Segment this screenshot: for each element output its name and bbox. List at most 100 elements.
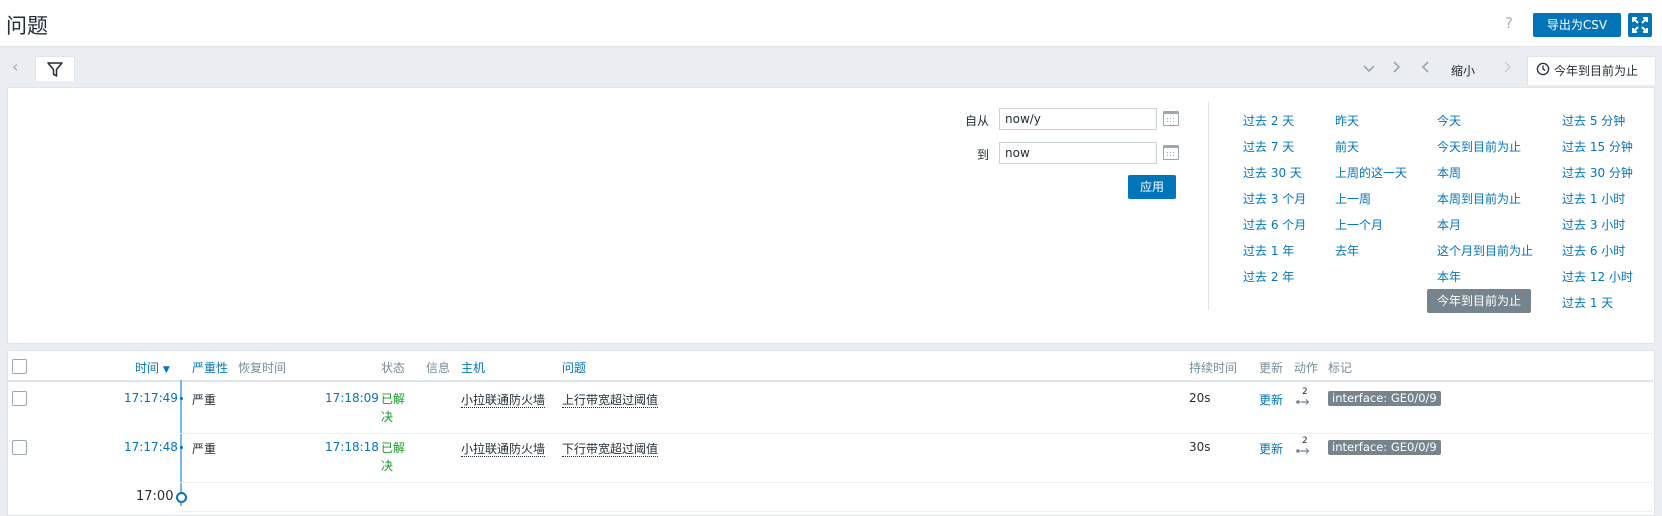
col-time-header[interactable]: 时间 ▼ bbox=[135, 359, 170, 376]
col-time-label: 时间 bbox=[135, 361, 160, 375]
page-header bbox=[0, 0, 1662, 47]
row-problem[interactable]: 下行带宽超过阈值 bbox=[562, 440, 659, 457]
row-recovery-time[interactable]: 17:18:18 bbox=[325, 440, 379, 454]
col-recovery-header: 恢复时间 bbox=[238, 361, 287, 375]
time-tab-label: 今年到目前为止 bbox=[1554, 64, 1639, 78]
row-update-link[interactable]: 更新 bbox=[1259, 391, 1283, 408]
quick-range-link[interactable]: 前天 bbox=[1335, 138, 1359, 155]
row-severity: 严重 bbox=[192, 393, 217, 407]
fullscreen-icon bbox=[1632, 17, 1648, 33]
col-actions-header: 动作 bbox=[1294, 361, 1319, 375]
quick-range-link[interactable]: 过去 3 个月 bbox=[1243, 190, 1306, 207]
row-divider bbox=[180, 433, 1653, 434]
row-host-label: 小拉联通防火墙 bbox=[461, 442, 546, 457]
next-chevron-icon[interactable] bbox=[1392, 60, 1402, 77]
quick-range-link[interactable]: 本月 bbox=[1437, 216, 1461, 233]
row-status: 已解决 bbox=[381, 441, 406, 473]
quick-range-link[interactable]: 上一周 bbox=[1335, 190, 1371, 207]
row-checkbox[interactable] bbox=[12, 440, 27, 455]
row-tag[interactable]: interface: GE0/0/9 bbox=[1328, 391, 1441, 406]
quick-range-link[interactable]: 过去 30 分钟 bbox=[1562, 164, 1633, 181]
row-checkbox[interactable] bbox=[12, 391, 27, 406]
row-divider bbox=[180, 482, 1653, 483]
row-tag[interactable]: interface: GE0/0/9 bbox=[1328, 440, 1441, 455]
help-icon[interactable]: ? bbox=[1505, 14, 1513, 32]
row-time[interactable]: 17:17:48 bbox=[124, 440, 178, 454]
col-problem-header[interactable]: 问题 bbox=[562, 359, 586, 376]
from-input[interactable] bbox=[999, 108, 1157, 130]
quick-range-link[interactable]: 过去 6 小时 bbox=[1562, 242, 1625, 259]
quick-range-link[interactable]: 过去 1 天 bbox=[1562, 294, 1613, 311]
quick-range-link[interactable]: 今年到目前为止 bbox=[1427, 289, 1532, 313]
quick-range-link[interactable]: 今天到目前为止 bbox=[1437, 138, 1521, 155]
table-header-border bbox=[7, 380, 1653, 382]
quick-range-link[interactable]: 上一个月 bbox=[1335, 216, 1383, 233]
quick-range-link[interactable]: 这个月到目前为止 bbox=[1437, 242, 1533, 259]
quick-range-link[interactable]: 过去 6 个月 bbox=[1243, 216, 1306, 233]
row-update-link[interactable]: 更新 bbox=[1259, 440, 1283, 457]
quick-range-link[interactable]: 昨天 bbox=[1335, 112, 1359, 129]
row-host[interactable]: 小拉联通防火墙 bbox=[461, 440, 546, 457]
timeline-hour-marker bbox=[176, 492, 187, 503]
quick-range-link[interactable]: 今天 bbox=[1437, 112, 1461, 129]
row-problem[interactable]: 上行带宽超过阈值 bbox=[562, 391, 659, 408]
quick-range-link[interactable]: 过去 12 小时 bbox=[1562, 268, 1633, 285]
col-host-header[interactable]: 主机 bbox=[461, 359, 485, 376]
timeline-point bbox=[180, 446, 183, 449]
row-divider bbox=[180, 511, 1653, 512]
collapse-chevron-down-icon[interactable] bbox=[1362, 63, 1376, 77]
quick-range-link[interactable]: 过去 30 天 bbox=[1243, 164, 1302, 181]
quick-range-link[interactable]: 过去 1 年 bbox=[1243, 242, 1294, 259]
quick-range-link[interactable]: 过去 1 小时 bbox=[1562, 190, 1625, 207]
row-severity: 严重 bbox=[192, 442, 217, 456]
quick-range-link[interactable]: 本周到目前为止 bbox=[1437, 190, 1521, 207]
clock-icon bbox=[1536, 62, 1550, 79]
quick-range-link[interactable]: 过去 5 分钟 bbox=[1562, 112, 1625, 129]
row-status: 已解决 bbox=[381, 392, 406, 424]
quick-range-link[interactable]: 上周的这一天 bbox=[1335, 164, 1407, 181]
quick-range-link[interactable]: 过去 15 分钟 bbox=[1562, 138, 1633, 155]
fullscreen-button[interactable] bbox=[1628, 13, 1652, 37]
sort-desc-icon: ▼ bbox=[162, 365, 170, 375]
quick-range-link[interactable]: 本年 bbox=[1437, 268, 1461, 285]
col-status-header: 状态 bbox=[381, 361, 406, 375]
quick-range-link[interactable]: 过去 2 天 bbox=[1243, 112, 1294, 129]
row-problem-label: 下行带宽超过阈值 bbox=[562, 442, 659, 457]
filter-tab[interactable] bbox=[35, 56, 75, 81]
row-recovery-time[interactable]: 17:18:09 bbox=[325, 391, 379, 405]
timeline-hour-label: 17:00 bbox=[136, 489, 174, 504]
col-tags-header: 标记 bbox=[1328, 361, 1353, 375]
from-label: 自从 bbox=[965, 114, 990, 128]
quick-range-link[interactable]: 去年 bbox=[1335, 242, 1359, 259]
zoom-out-button[interactable]: 缩小 bbox=[1451, 62, 1475, 79]
col-info-header: 信息 bbox=[426, 361, 451, 375]
row-time[interactable]: 17:17:49 bbox=[124, 391, 178, 405]
page-title: 问题 bbox=[6, 14, 48, 38]
quick-range-link[interactable]: 过去 7 天 bbox=[1243, 138, 1294, 155]
row-host[interactable]: 小拉联通防火墙 bbox=[461, 391, 546, 408]
from-calendar-icon[interactable] bbox=[1163, 111, 1179, 126]
select-all-checkbox[interactable] bbox=[12, 359, 27, 374]
export-csv-button[interactable]: 导出为CSV bbox=[1533, 13, 1621, 37]
col-severity-header[interactable]: 严重性 bbox=[192, 359, 228, 376]
panel-divider bbox=[1208, 102, 1209, 310]
quick-range-link[interactable]: 过去 3 小时 bbox=[1562, 216, 1625, 233]
row-problem-label: 上行带宽超过阈值 bbox=[562, 393, 659, 408]
timeline-point bbox=[180, 397, 183, 400]
time-filter-panel bbox=[7, 87, 1655, 344]
filter-icon bbox=[47, 62, 63, 77]
time-back-chevron-icon[interactable] bbox=[1420, 60, 1430, 77]
row-duration: 20s bbox=[1189, 391, 1211, 405]
quick-range-link[interactable]: 过去 2 年 bbox=[1243, 268, 1294, 285]
time-forward-chevron-icon[interactable] bbox=[1503, 60, 1513, 77]
to-calendar-icon[interactable] bbox=[1163, 145, 1179, 160]
actions-icon[interactable]: 2 bbox=[1295, 387, 1311, 407]
col-duration-header: 持续时间 bbox=[1189, 361, 1238, 375]
to-label: 到 bbox=[977, 148, 990, 162]
to-input[interactable] bbox=[999, 142, 1157, 164]
actions-icon[interactable]: 2 bbox=[1295, 436, 1311, 456]
col-update-header: 更新 bbox=[1259, 361, 1284, 375]
apply-button[interactable]: 应用 bbox=[1128, 175, 1176, 199]
tab-prev-arrow-icon[interactable]: ‹ bbox=[12, 57, 18, 76]
quick-range-link[interactable]: 本周 bbox=[1437, 164, 1461, 181]
